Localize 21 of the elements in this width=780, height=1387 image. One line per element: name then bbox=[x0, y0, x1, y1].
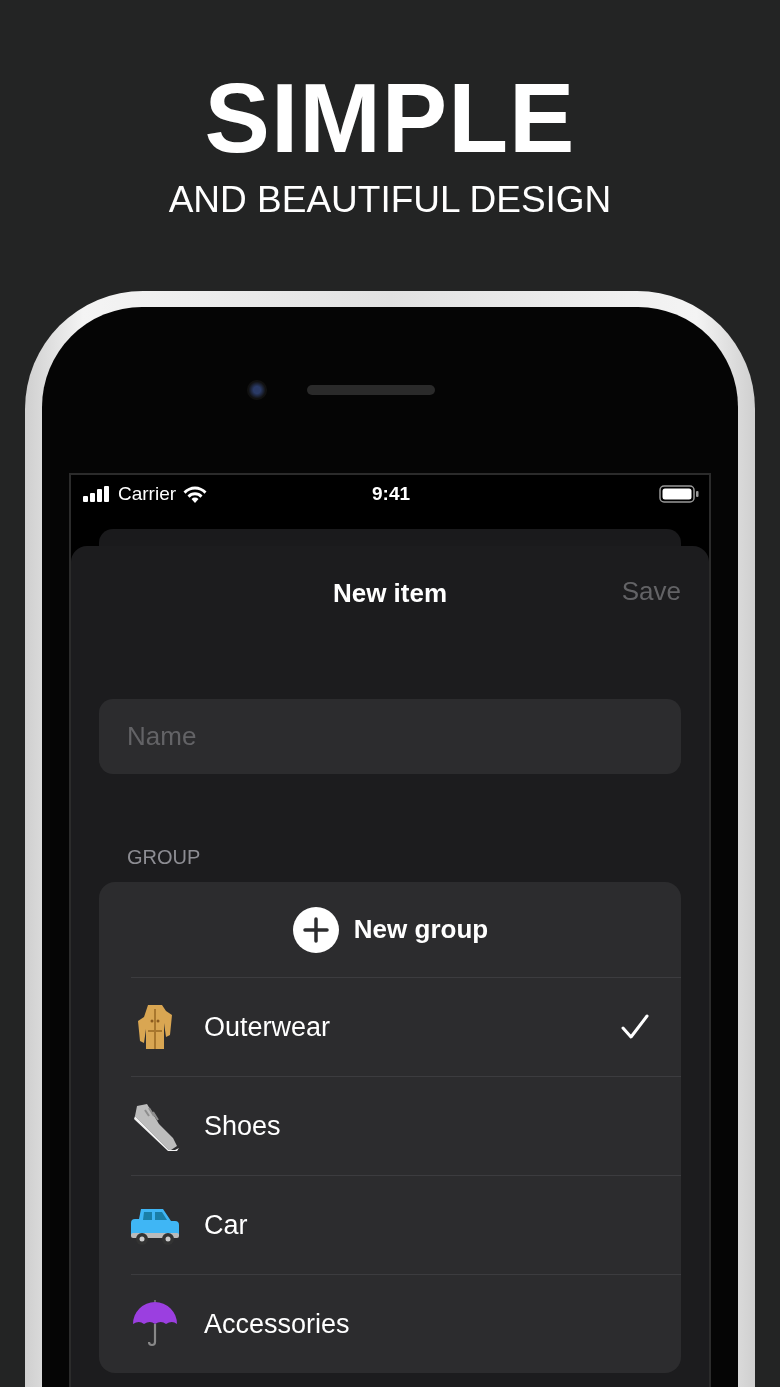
battery-icon bbox=[659, 485, 699, 503]
status-time: 9:41 bbox=[372, 483, 410, 505]
group-name: Accessories bbox=[204, 1308, 351, 1340]
group-row[interactable]: Accessories bbox=[131, 1274, 681, 1373]
sheet-title: New item bbox=[332, 577, 448, 609]
camera-icon bbox=[247, 380, 267, 400]
headline-subtitle: AND BEAUTIFUL DESIGN bbox=[168, 178, 612, 222]
group-row[interactable]: Car bbox=[131, 1175, 681, 1274]
section-label: GROUP bbox=[127, 846, 202, 868]
group-name: Shoes bbox=[204, 1110, 282, 1142]
group-name: Outerwear bbox=[204, 1011, 332, 1043]
plus-icon bbox=[291, 905, 340, 954]
new-group-button[interactable]: New group bbox=[99, 882, 681, 977]
signal-icon bbox=[83, 486, 111, 502]
headline-title: SIMPLE bbox=[204, 66, 576, 170]
group-name: Car bbox=[204, 1209, 249, 1241]
wifi-icon bbox=[183, 485, 208, 503]
group-row[interactable]: Shoes bbox=[131, 1076, 681, 1175]
group-row[interactable]: Outerwear bbox=[131, 977, 681, 1076]
carrier-name: Carrier bbox=[118, 483, 177, 505]
name-field[interactable]: Name bbox=[99, 699, 681, 774]
